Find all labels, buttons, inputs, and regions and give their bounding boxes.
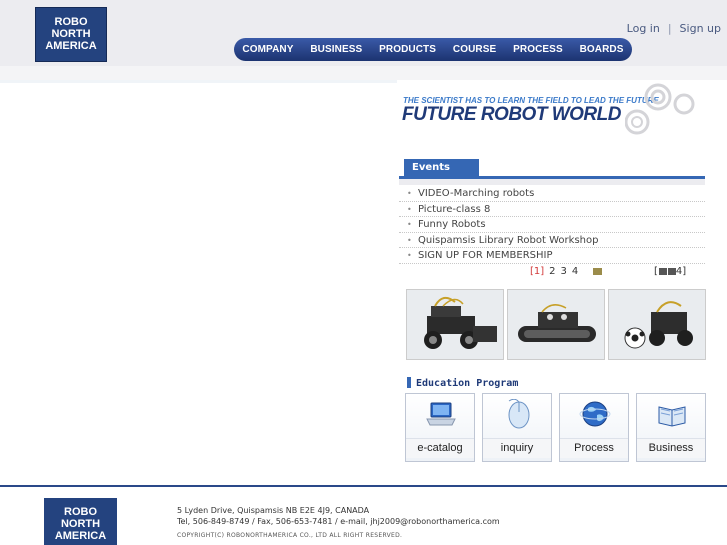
event-item[interactable]: VIDEO-Marching robots (399, 186, 705, 202)
main-nav: COMPANY BUSINESS PRODUCTS COURSE PROCESS… (234, 38, 632, 61)
nav-business[interactable]: BUSINESS (310, 44, 362, 55)
logo-line-3: AMERICA (45, 40, 97, 52)
robot-image (609, 290, 705, 359)
nav-products[interactable]: PRODUCTS (379, 44, 436, 55)
nav-boards[interactable]: BOARDS (580, 44, 624, 55)
card-label: e-catalog (406, 438, 474, 458)
nav-process[interactable]: PROCESS (513, 44, 563, 55)
rings-graphic (625, 83, 695, 135)
slide-prev-icon[interactable] (658, 267, 667, 275)
events-header-strip (399, 179, 705, 185)
robot-image (407, 290, 503, 359)
nav-course[interactable]: COURSE (453, 44, 496, 55)
nav-company[interactable]: COMPANY (242, 44, 293, 55)
link-separator: | (667, 22, 672, 35)
event-item[interactable]: Picture-class 8 (399, 202, 705, 217)
footer-address: 5 Lyden Drive, Quispamsis NB E2E 4J9, CA… (177, 506, 370, 515)
robot-photo[interactable] (507, 289, 605, 360)
pager-current[interactable]: [1] (530, 266, 544, 277)
card-label: inquiry (483, 438, 551, 458)
footer-copyright: COPYRIGHT(C) ROBONORTHAMERICA CO., LTD A… (177, 532, 403, 539)
banner: THE SCIENTIST HAS TO LEARN THE FIELD TO … (399, 82, 705, 148)
book-icon (658, 406, 686, 427)
mouse-icon (508, 399, 530, 429)
robot-photo[interactable] (406, 289, 504, 360)
slide-control-open: [ (654, 266, 658, 277)
card-business[interactable]: Business (636, 393, 706, 462)
events-list: VIDEO-Marching robots Picture-class 8 Fu… (399, 186, 705, 264)
robot-image (508, 290, 604, 359)
card-inquiry[interactable]: inquiry (482, 393, 552, 462)
banner-headline: FUTURE ROBOT WORLD (402, 104, 621, 125)
footer: ROBO NORTH AMERICA 5 Lyden Drive, Quispa… (0, 485, 727, 545)
card-label: Business (637, 438, 705, 458)
logo-line-2: NORTH (51, 28, 91, 40)
pager-page[interactable]: 3 (561, 266, 567, 277)
signup-link[interactable]: Sign up (680, 22, 721, 35)
event-item[interactable]: Funny Robots (399, 217, 705, 233)
slide-next-icon[interactable] (667, 267, 676, 275)
footer-contact: Tel, 506-849-8749 / Fax, 506-653-7481 / … (177, 517, 500, 526)
logo-line-1: ROBO (54, 16, 88, 28)
footer-logo[interactable]: ROBO NORTH AMERICA (44, 498, 117, 545)
footer-logo-line-2: NORTH (60, 518, 101, 530)
event-item[interactable]: Quispamsis Library Robot Workshop (399, 233, 705, 248)
robot-gallery (406, 289, 706, 361)
account-links: Log in | Sign up (627, 22, 721, 35)
card-ecatalog[interactable]: e-catalog (405, 393, 475, 462)
education-cards: e-catalog inquiry Process Business (405, 393, 707, 462)
globe-icon (579, 401, 611, 427)
card-label: Process (560, 438, 628, 458)
pager-page[interactable]: 4 (572, 266, 578, 277)
laptop-icon (426, 402, 456, 426)
login-link[interactable]: Log in (627, 22, 660, 35)
slide-control-close: 4] (675, 266, 687, 277)
site-logo[interactable]: ROBO NORTH AMERICA (35, 7, 107, 62)
events-pager: [1] 2 3 4 (530, 266, 607, 277)
pager-page[interactable]: 2 (549, 266, 555, 277)
main-flash-area (0, 80, 397, 485)
footer-logo-line-3: AMERICA (54, 530, 107, 542)
robot-photo[interactable] (608, 289, 706, 360)
event-item[interactable]: SIGN UP FOR MEMBERSHIP (399, 248, 705, 264)
slide-control: [4] (654, 266, 686, 277)
sub-header-strip (0, 66, 727, 80)
events-tab[interactable]: Events (404, 159, 479, 176)
pager-next-icon[interactable] (593, 267, 603, 275)
education-title: Education Program (407, 377, 518, 389)
footer-logo-line-1: ROBO (64, 506, 97, 518)
card-process[interactable]: Process (559, 393, 629, 462)
footer-address-block: 5 Lyden Drive, Quispamsis NB E2E 4J9, CA… (177, 505, 500, 527)
